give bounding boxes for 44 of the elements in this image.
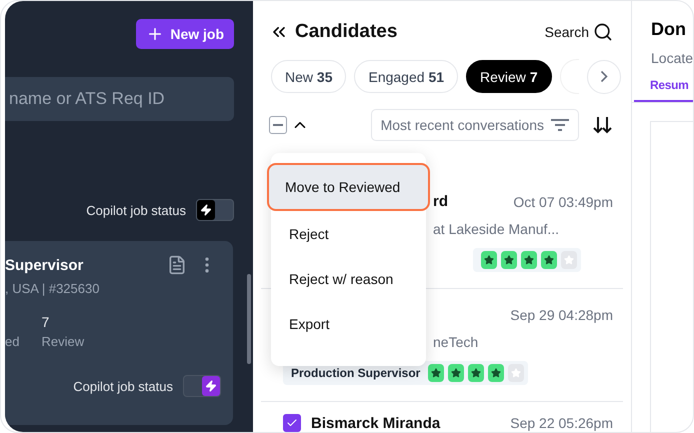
scrollbar[interactable] — [247, 274, 251, 364]
message-date: Sep 22 05:26pm — [510, 415, 613, 431]
message-date: Sep 29 04:28pm — [510, 307, 613, 323]
candidate-location: Locate — [650, 50, 693, 66]
menu-item[interactable]: Move to Reviewed — [267, 163, 430, 211]
select-all-checkbox[interactable] — [269, 116, 287, 134]
check-icon — [286, 417, 298, 429]
candidate-name: Bismarck Miranda — [311, 414, 440, 432]
sparkle-bolt-icon — [205, 380, 217, 392]
job-title: Supervisor — [5, 256, 84, 274]
candidate-name: rd — [433, 193, 448, 210]
job-location: , USA | #325630 — [5, 281, 100, 296]
filter-lines-icon — [550, 117, 570, 133]
menu-item[interactable]: Reject — [271, 212, 426, 256]
document-icon[interactable] — [167, 255, 187, 275]
message-date: Oct 07 03:49pm — [513, 194, 613, 210]
minus-icon — [273, 124, 283, 126]
stage-tab[interactable]: New 35 — [271, 60, 346, 93]
copilot-status-label: Copilot job status — [73, 378, 173, 394]
stage-tab[interactable]: Engaged 51 — [354, 60, 458, 93]
new-job-button[interactable]: New job — [136, 19, 234, 49]
sort-dropdown[interactable]: Most recent conversations — [370, 109, 579, 141]
copilot-toggle[interactable] — [196, 199, 234, 221]
stat-value: 7 — [41, 314, 50, 330]
candidate-title: Don — [650, 19, 687, 40]
chevron-right-icon — [600, 70, 608, 83]
candidate-subtitle: at Lakeside Manuf... — [433, 221, 560, 237]
sparkle-bolt-icon — [200, 204, 212, 216]
copilot-status-label: Copilot job status — [86, 202, 186, 218]
stat-label: Review — [41, 334, 84, 349]
job-tag: Production Supervisor — [291, 366, 420, 380]
panel-title: Candidates — [295, 21, 398, 43]
search-button[interactable]: Search — [544, 22, 613, 42]
job-card[interactable]: Supervisor , USA | #325630 ed 7 Review Copilot job status — [5, 241, 233, 425]
search-icon — [593, 22, 613, 42]
search-field[interactable]: name or ATS Req ID — [5, 77, 234, 121]
stage-tab[interactable]: Review 7 — [466, 60, 552, 93]
stat-label: ed — [5, 334, 20, 349]
copilot-toggle[interactable] — [183, 375, 221, 397]
candidate-subtitle: neTech — [433, 334, 478, 350]
next-tabs-button[interactable] — [586, 60, 621, 94]
menu-item[interactable]: Reject w/ reason — [271, 257, 426, 301]
menu-item[interactable]: Export — [271, 302, 426, 346]
row-checkbox[interactable] — [283, 414, 301, 432]
